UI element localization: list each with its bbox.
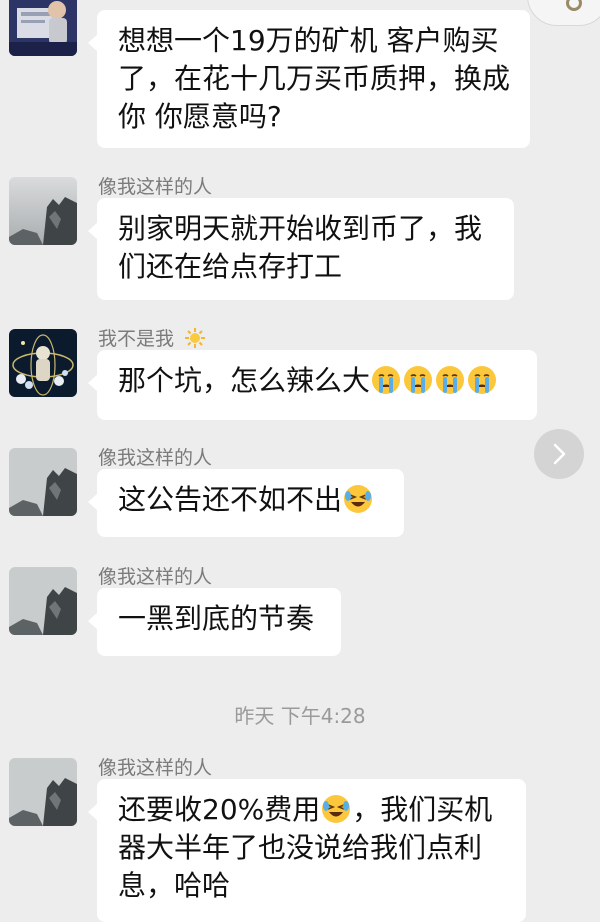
message-bubble[interactable]: 还要收20%费用 ，我们买机器大半年了也没说给我们点利息，哈哈 — [88, 779, 526, 922]
avatar[interactable] — [9, 567, 77, 635]
message-text: 这公告还不如不出 — [118, 483, 343, 516]
message-bubble[interactable]: 别家明天就开始收到币了，我们还在给点存打工 — [88, 198, 514, 300]
message-bubble[interactable]: 一黑到底的节奏 — [88, 588, 341, 656]
crying-face-emoji — [372, 366, 401, 394]
chevron-right-icon — [553, 443, 566, 465]
laughing-crying-face-emoji — [344, 485, 373, 513]
crying-face-emoji — [436, 366, 465, 394]
message-text: 别家明天就开始收到币了，我们还在给点存打工 — [118, 212, 483, 283]
timestamp: 昨天 下午4:28 — [234, 704, 366, 728]
avatar[interactable] — [9, 177, 77, 245]
sender-name: 像我这样的人 — [98, 566, 213, 588]
laughing-crying-face-emoji — [322, 795, 351, 823]
sender-name: 我不是我 — [98, 324, 206, 351]
sun-emoji — [185, 328, 206, 348]
sender-name: 像我这样的人 — [98, 757, 213, 779]
avatar[interactable] — [9, 758, 77, 826]
message-text: 一黑到底的节奏 — [118, 602, 315, 635]
avatar[interactable] — [9, 0, 77, 56]
avatar[interactable] — [9, 329, 77, 397]
message-bubble[interactable]: 那个坑，怎么辣么大 — [88, 350, 537, 420]
chat-view: 想想一个19万的矿机 客户购买了，在花十几万买币质押，换成你 你愿意吗? 像我这… — [0, 0, 600, 922]
message-text: 还要收20%费用 — [118, 793, 321, 826]
circle-icon — [566, 0, 582, 11]
floating-corner-button[interactable] — [527, 0, 600, 26]
message-text: 想想一个19万的矿机 客户购买了，在花十几万买币质押，换成你 你愿意吗? — [118, 24, 511, 133]
next-button[interactable] — [534, 429, 584, 479]
avatar[interactable] — [9, 448, 77, 516]
message-bubble[interactable]: 想想一个19万的矿机 客户购买了，在花十几万买币质押，换成你 你愿意吗? — [88, 10, 530, 148]
message-bubble[interactable]: 这公告还不如不出 — [88, 469, 404, 537]
message-text: 那个坑，怎么辣么大 — [118, 364, 371, 397]
crying-face-emoji — [468, 366, 497, 394]
sender-name: 像我这样的人 — [98, 176, 213, 198]
crying-face-emoji — [404, 366, 433, 394]
sender-name: 像我这样的人 — [98, 447, 213, 469]
